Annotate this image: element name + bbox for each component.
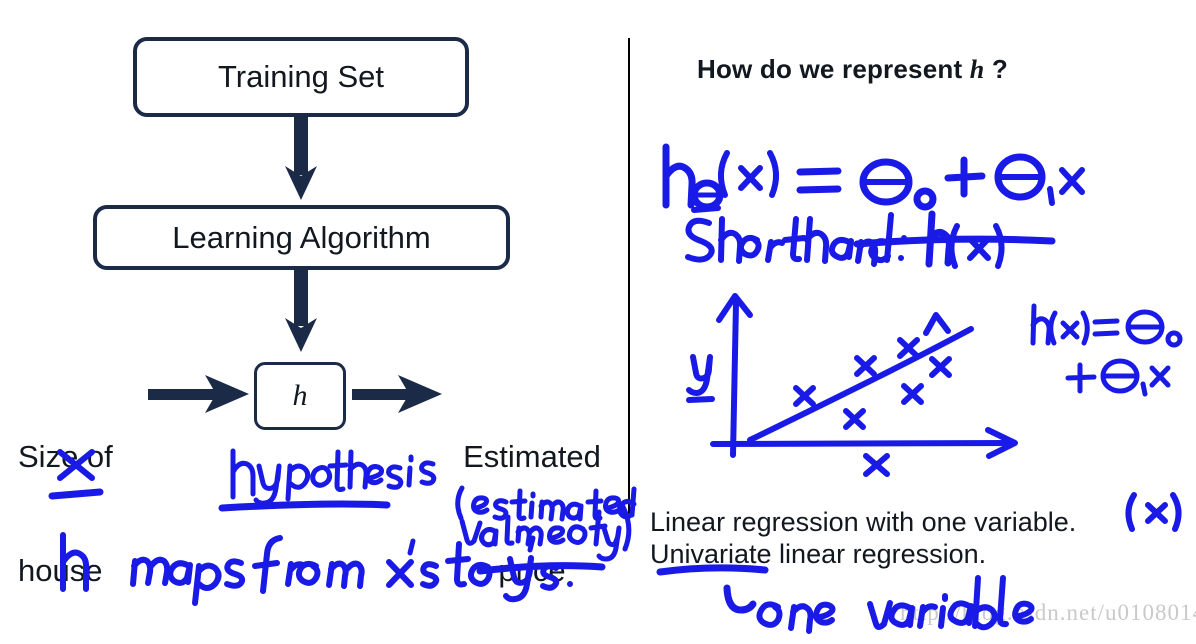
page-title-italic-h: h [969, 55, 985, 84]
ink-axis-label-x [863, 453, 890, 477]
arrow-learning-to-h [285, 270, 317, 352]
output-label: Estimated price [452, 362, 612, 644]
input-label-line2: house [18, 553, 103, 588]
arrow-h-to-output [352, 375, 442, 413]
training-set-box: Training Set [133, 37, 469, 117]
input-label-line1: Size of [18, 439, 113, 474]
panel-divider [628, 38, 630, 540]
ink-regression-line [747, 326, 974, 443]
learning-algorithm-box: Learning Algorithm [93, 205, 510, 270]
output-label-line2: price [498, 553, 566, 588]
ink-underline-hypothesis [218, 500, 391, 512]
ink-scatter-points [793, 312, 952, 430]
ink-shorthand-note [685, 205, 1005, 269]
ink-equation-main [662, 143, 1085, 211]
page-title-prefix: How do we represent [697, 54, 970, 84]
slide-canvas: Training Set Learning Algorithm h Size o… [0, 0, 1196, 644]
ink-underline-equation [853, 235, 1056, 248]
arrow-input-to-h [148, 375, 249, 413]
ink-line-equation-label [1030, 303, 1183, 397]
page-title: How do we represent h ? [697, 50, 1008, 89]
training-set-label: Training Set [218, 59, 384, 94]
page-title-suffix: ? [984, 54, 1008, 84]
ink-one-variable-note [723, 584, 757, 614]
ink-axis-label-y [686, 354, 715, 403]
input-label: Size of house [18, 362, 113, 644]
arrow-training-to-learning [285, 117, 317, 200]
output-label-line1: Estimated [463, 439, 601, 474]
ink-hypothesis-note [230, 448, 437, 506]
hypothesis-box: h [254, 362, 346, 430]
ink-caption-annotation [1125, 492, 1182, 532]
caption-line-2: Univariate linear regression. [650, 539, 987, 569]
ink-plot-axes [710, 293, 1018, 459]
watermark: http://blog.csdn.net/u010801439 [900, 600, 1196, 625]
hypothesis-box-label: h [292, 379, 308, 412]
learning-algorithm-label: Learning Algorithm [172, 219, 431, 255]
